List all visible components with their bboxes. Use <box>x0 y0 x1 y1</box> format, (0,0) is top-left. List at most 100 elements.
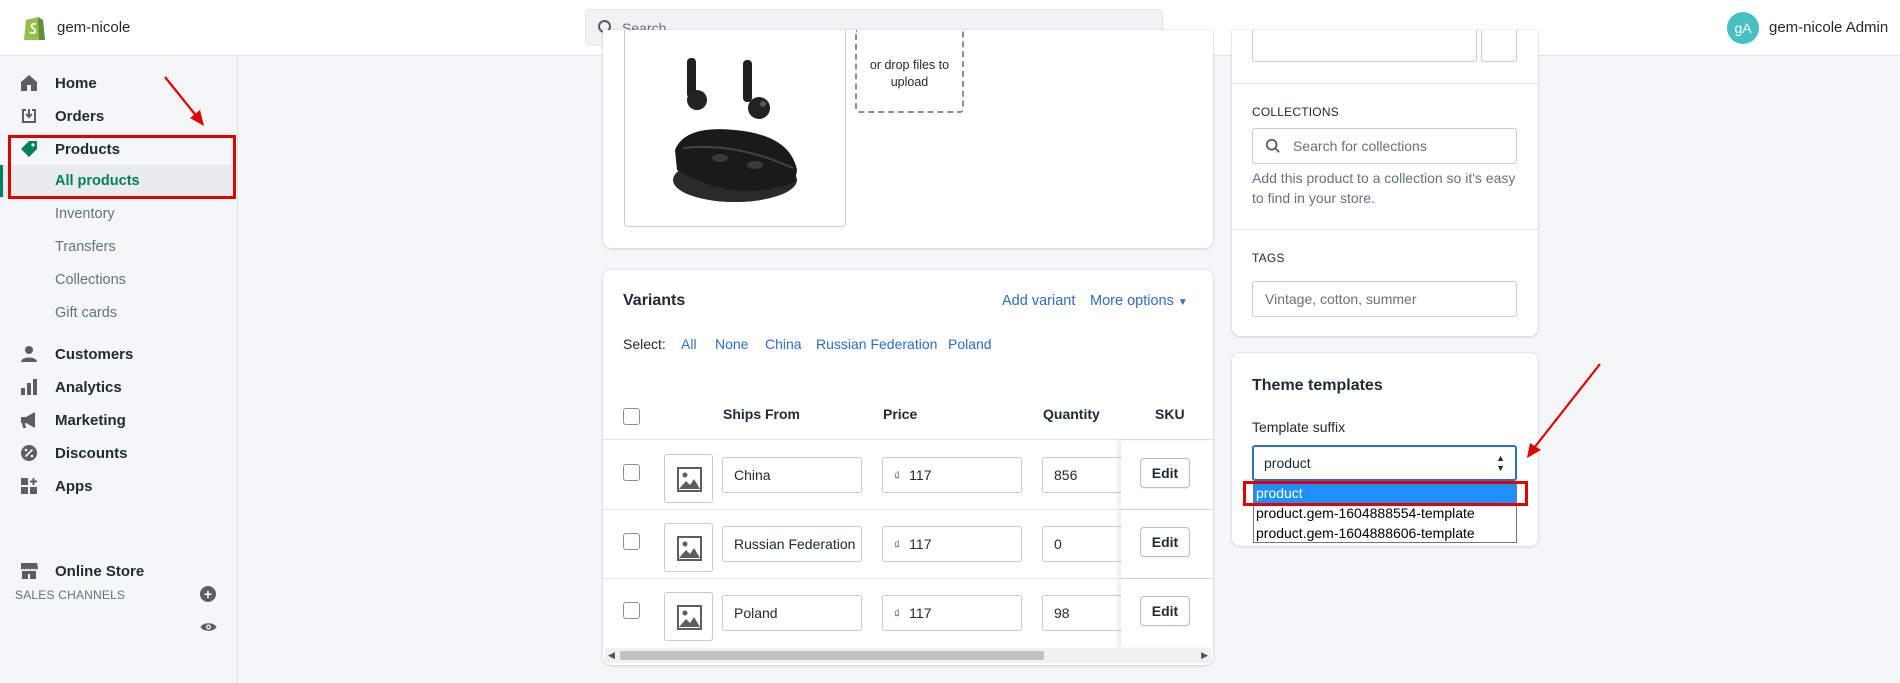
user-name[interactable]: gem-nicole Admin <box>1769 19 1888 36</box>
dropdown-option[interactable]: product <box>1254 483 1516 503</box>
row-checkbox[interactable] <box>623 533 640 550</box>
sidebar-item-customers[interactable]: Customers <box>0 339 236 369</box>
table-row: Poland ₫117 98▲▼ Edit <box>603 579 1213 648</box>
megaphone-icon <box>21 412 35 428</box>
sidebar-item-label: Customers <box>55 346 134 363</box>
scroll-right-arrow-icon[interactable]: ▶ <box>1201 650 1208 661</box>
row-checkbox[interactable] <box>623 464 640 481</box>
variant-image-placeholder[interactable] <box>664 592 713 641</box>
collections-search-input[interactable]: Search for collections <box>1252 128 1517 164</box>
select-russia-link[interactable]: Russian Federation <box>816 336 937 352</box>
sidebar-item-label: Discounts <box>55 445 128 462</box>
ships-from-input[interactable]: Poland <box>722 595 862 631</box>
sidebar-item-discounts[interactable]: Discounts <box>0 438 236 468</box>
shopify-logo-icon[interactable] <box>22 14 46 42</box>
avatar[interactable]: gA <box>1727 12 1759 44</box>
shop-name[interactable]: gem-nicole <box>57 19 130 36</box>
organization-card: COLLECTIONS Search for collections Add t… <box>1232 30 1538 336</box>
variants-card: Variants Add variant More options ▼ Sele… <box>603 270 1213 665</box>
tags-input[interactable]: Vintage, cotton, summer <box>1252 281 1517 317</box>
eye-icon[interactable] <box>200 621 217 633</box>
sidebar-subitem-collections[interactable]: Collections <box>0 264 236 296</box>
ships-from-input[interactable]: China <box>722 457 862 493</box>
orders-icon <box>22 109 36 123</box>
sidebar-item-label: Marketing <box>55 412 126 429</box>
quantity-value: 98 <box>1054 605 1070 621</box>
variants-table-header: Ships From Price Quantity SKU <box>603 388 1213 440</box>
add-sales-channel-button[interactable]: + <box>200 586 216 602</box>
header-price: Price <box>883 406 918 422</box>
vendor-button[interactable] <box>1481 30 1517 62</box>
dropdown-option[interactable]: product.gem-1604888606-template <box>1254 523 1516 543</box>
sidebar-item-orders[interactable]: Orders <box>0 101 236 131</box>
file-dropzone[interactable]: or drop files to upload <box>855 30 964 113</box>
sales-channels-heading: SALES CHANNELS <box>15 588 126 602</box>
product-image[interactable] <box>624 30 846 227</box>
currency-symbol: ₫ <box>894 538 901 552</box>
edit-column: Edit <box>1121 579 1213 647</box>
active-indicator <box>0 165 3 197</box>
edit-column: Edit <box>1121 510 1213 578</box>
sidebar-item-online-store[interactable]: Online Store <box>0 556 236 586</box>
sidebar-item-apps[interactable]: Apps <box>0 471 236 501</box>
store-icon <box>20 563 38 579</box>
price-input[interactable]: ₫ 117 <box>882 526 1022 562</box>
select-china-link[interactable]: China <box>765 336 802 352</box>
variant-image-placeholder[interactable] <box>664 523 713 572</box>
sidebar: Home Orders Products All products Invent… <box>0 56 238 683</box>
sidebar-item-label: Online Store <box>55 563 145 580</box>
template-suffix-select[interactable]: product ▲ ▼ <box>1252 445 1517 481</box>
price-input[interactable]: ₫ 117 <box>882 595 1022 631</box>
more-options-link[interactable]: More options ▼ <box>1090 293 1188 309</box>
variants-title: Variants <box>623 292 686 309</box>
edit-variant-button[interactable]: Edit <box>1140 527 1190 557</box>
sidebar-subitem-inventory[interactable]: Inventory <box>0 198 236 230</box>
sidebar-subitem-label: Transfers <box>55 239 116 255</box>
currency-symbol: ₫ <box>894 469 901 483</box>
price-input[interactable]: ₫ 117 <box>882 457 1022 493</box>
price-value: 117 <box>909 467 932 483</box>
person-icon <box>21 346 37 362</box>
sidebar-subitem-all-products[interactable]: All products <box>0 165 236 197</box>
select-all-checkbox[interactable] <box>623 408 640 425</box>
image-icon <box>677 536 702 561</box>
edit-variant-button[interactable]: Edit <box>1140 458 1190 488</box>
header-sku: SKU <box>1155 406 1185 422</box>
table-row: China ₫117 856▲▼ Edit <box>603 441 1213 510</box>
dropdown-option[interactable]: product.gem-1604888554-template <box>1254 503 1516 523</box>
collections-label: COLLECTIONS <box>1252 105 1339 119</box>
sidebar-item-analytics[interactable]: Analytics <box>0 372 236 402</box>
sidebar-subitem-label: Collections <box>55 272 126 288</box>
add-variant-link[interactable]: Add variant <box>1002 293 1075 309</box>
template-suffix-label: Template suffix <box>1252 419 1346 435</box>
header-quantity: Quantity <box>1043 406 1100 422</box>
select-none-link[interactable]: None <box>715 336 748 352</box>
sidebar-item-label: Analytics <box>55 379 122 396</box>
discount-icon <box>21 445 37 461</box>
select-all-link[interactable]: All <box>681 336 697 352</box>
ships-from-input[interactable]: Russian Federation <box>722 526 862 562</box>
edit-variant-button[interactable]: Edit <box>1140 596 1190 626</box>
sidebar-subitem-transfers[interactable]: Transfers <box>0 231 236 263</box>
sidebar-item-home[interactable]: Home <box>0 68 236 98</box>
tag-icon <box>21 141 37 157</box>
image-icon <box>677 605 702 630</box>
table-row: Russian Federation ₫117 0▲▼ Edit <box>603 510 1213 579</box>
media-card: or drop files to upload <box>603 30 1213 248</box>
sidebar-item-label: Home <box>55 75 97 92</box>
product-type-input[interactable] <box>1252 30 1477 62</box>
select-poland-link[interactable]: Poland <box>948 336 992 352</box>
sidebar-item-products[interactable]: Products <box>0 134 236 164</box>
template-suffix-dropdown: product product.gem-1604888554-template … <box>1253 482 1517 543</box>
sidebar-subitem-gift-cards[interactable]: Gift cards <box>0 297 236 329</box>
collections-placeholder: Search for collections <box>1293 138 1427 154</box>
variant-image-placeholder[interactable] <box>664 454 713 503</box>
scroll-left-arrow-icon[interactable]: ◀ <box>608 650 615 661</box>
sidebar-item-marketing[interactable]: Marketing <box>0 405 236 435</box>
bar-chart-icon <box>21 379 37 395</box>
row-checkbox[interactable] <box>623 602 640 619</box>
horizontal-scrollbar[interactable]: ◀ ▶ <box>605 648 1211 663</box>
divider <box>1232 83 1538 84</box>
price-value: 117 <box>909 536 932 552</box>
scrollbar-thumb[interactable] <box>620 651 1044 660</box>
